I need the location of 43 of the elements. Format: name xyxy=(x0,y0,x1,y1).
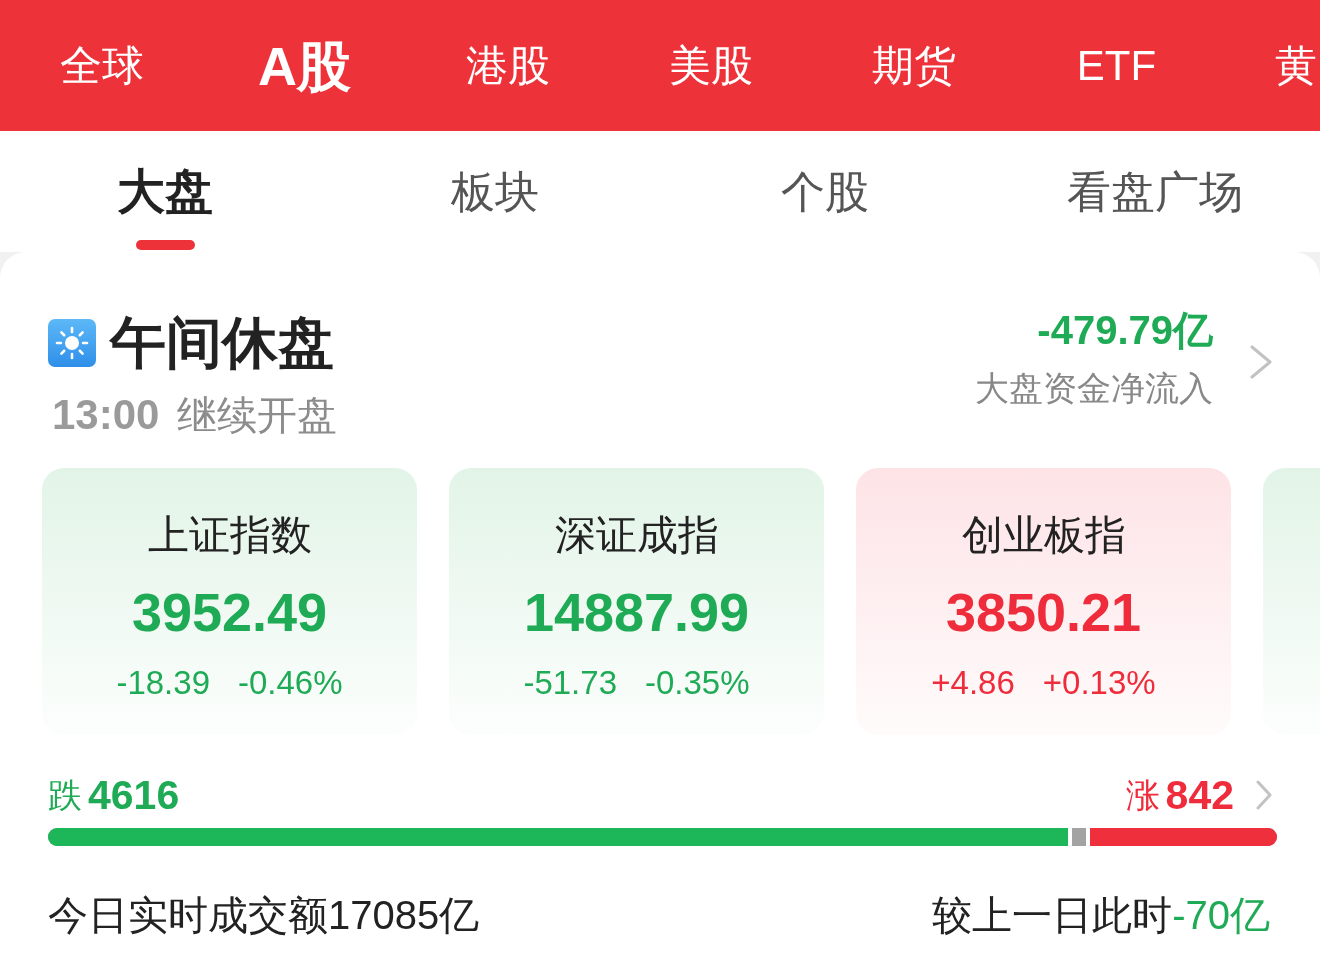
fund-flow-value: -479.79亿 xyxy=(1037,307,1213,354)
advance-count: 842 xyxy=(1165,771,1234,820)
index-name: 创业板指 xyxy=(961,512,1126,558)
index-name: 深证成指 xyxy=(554,512,719,558)
index-change-percent: -0.35% xyxy=(645,663,750,703)
index-value: 3952.49 xyxy=(131,581,328,644)
index-change-percent: -0.46% xyxy=(238,663,343,703)
decline-count: 4616 xyxy=(88,771,180,820)
turnover-text: 今日实时成交额17085亿 xyxy=(48,892,480,939)
index-card[interactable]: 创业板指 3850.21 +4.86 +0.13% xyxy=(856,468,1231,735)
market-status-title: 午间休盘 xyxy=(110,310,334,376)
chevron-right-icon[interactable] xyxy=(1250,345,1272,379)
index-name: 上证指数 xyxy=(147,512,312,558)
index-card[interactable] xyxy=(1263,468,1320,735)
reopen-note: 继续开盘 xyxy=(177,392,338,439)
reopen-time: 13:00 xyxy=(52,390,160,440)
fund-flow-label: 大盘资金净流入 xyxy=(975,368,1213,408)
chevron-right-icon[interactable] xyxy=(1256,780,1272,810)
market-tab[interactable]: 港股 xyxy=(465,37,550,94)
section-tab[interactable]: 板块 xyxy=(451,168,539,216)
market-tab[interactable]: 全球 xyxy=(59,37,144,94)
index-value: 14887.99 xyxy=(523,581,750,644)
index-card[interactable]: 深证成指 14887.99 -51.73 -0.35% xyxy=(449,468,824,735)
market-tab[interactable]: 美股 xyxy=(668,37,753,94)
compare-label: 较上一日此时 xyxy=(932,892,1173,939)
market-tab[interactable]: A股 xyxy=(258,37,351,94)
section-tab[interactable]: 看盘广场 xyxy=(1067,168,1243,216)
index-change: -51.73 xyxy=(523,663,617,703)
tab-underline xyxy=(135,240,195,250)
market-tab[interactable]: 黄 xyxy=(1275,37,1317,94)
index-change: +4.86 xyxy=(931,663,1015,703)
sun-icon xyxy=(48,319,96,367)
section-tab[interactable]: 大盘 xyxy=(117,168,213,250)
market-tab[interactable]: ETF xyxy=(1076,37,1157,94)
index-value: 3850.21 xyxy=(945,581,1142,644)
decline-label: 跌 xyxy=(48,775,82,816)
advance-label: 涨 xyxy=(1125,775,1160,816)
section-tab[interactable]: 个股 xyxy=(781,168,869,216)
index-change: -18.39 xyxy=(116,663,210,703)
market-tab[interactable]: 期货 xyxy=(871,37,956,94)
compare-value: -70亿 xyxy=(1172,892,1270,939)
index-card[interactable]: 上证指数 3952.49 -18.39 -0.46% xyxy=(42,468,417,735)
index-change-percent: +0.13% xyxy=(1042,663,1156,703)
